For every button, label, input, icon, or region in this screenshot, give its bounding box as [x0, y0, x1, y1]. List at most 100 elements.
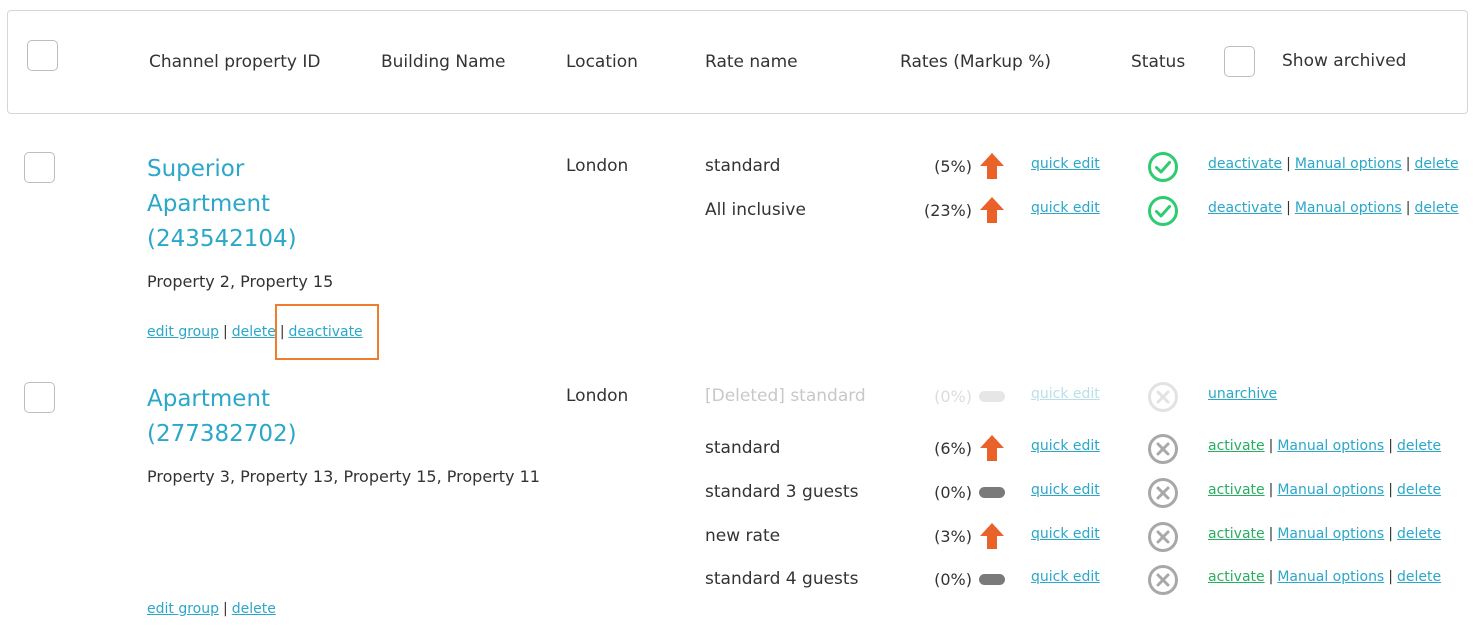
group-title-id: (277382702): [147, 421, 297, 447]
up-arrow-icon: [980, 153, 1004, 179]
check-circle-icon: [1148, 196, 1178, 226]
delete-group-link[interactable]: delete: [232, 601, 276, 617]
activate-rate-link[interactable]: activate: [1208, 482, 1265, 498]
group-actions: edit group | delete: [147, 601, 276, 617]
location-cell: London: [566, 386, 629, 406]
activate-rate-link[interactable]: activate: [1208, 526, 1265, 542]
select-all-checkbox[interactable]: [27, 40, 58, 71]
activate-rate-link[interactable]: activate: [1208, 569, 1265, 585]
quick-edit-link[interactable]: quick edit: [1031, 526, 1100, 542]
header-rate-name[interactable]: Rate name: [705, 52, 798, 72]
edit-group-link[interactable]: edit group: [147, 601, 219, 617]
rate-actions: deactivate | Manual options | delete: [1208, 156, 1459, 172]
x-circle-icon: [1148, 565, 1178, 595]
group-properties: Property 2, Property 15: [147, 272, 334, 291]
rate-actions: deactivate | Manual options | delete: [1208, 200, 1459, 216]
header-rates-markup[interactable]: Rates (Markup %): [900, 52, 1051, 72]
rate-name: new rate: [705, 526, 781, 546]
neutral-indicator-icon: [979, 487, 1005, 498]
group-title-id: (243542104): [147, 226, 297, 252]
deactivate-rate-link[interactable]: deactivate: [1208, 200, 1282, 216]
rate-markup: (3%): [934, 527, 972, 546]
separator: |: [1405, 156, 1411, 172]
group-properties: Property 3, Property 13, Property 15, Pr…: [147, 467, 540, 486]
separator: |: [223, 324, 228, 340]
rate-markup: (0%): [934, 570, 972, 589]
rate-markup: (0%): [934, 483, 972, 502]
quick-edit-link[interactable]: quick edit: [1031, 386, 1100, 402]
rate-name: All inclusive: [705, 200, 806, 220]
quick-edit-link[interactable]: quick edit: [1031, 438, 1100, 454]
rate-name: standard 3 guests: [705, 482, 859, 502]
check-circle-icon: [1148, 152, 1178, 182]
delete-rate-link[interactable]: delete: [1397, 482, 1441, 498]
x-circle-icon: [1148, 522, 1178, 552]
manual-options-link[interactable]: Manual options: [1295, 156, 1402, 172]
x-circle-icon: [1148, 478, 1178, 508]
activate-rate-link[interactable]: activate: [1208, 438, 1265, 454]
header-building-name[interactable]: Building Name: [381, 52, 506, 72]
x-circle-icon: [1148, 434, 1178, 464]
rate-actions: activate | Manual options | delete: [1208, 569, 1441, 585]
group-title: Apartment: [147, 386, 271, 412]
rate-name: standard: [705, 438, 781, 458]
highlight-box: [275, 304, 379, 360]
quick-edit-link[interactable]: quick edit: [1031, 200, 1100, 216]
group-title: Apartment: [147, 191, 271, 217]
delete-rate-link[interactable]: delete: [1397, 569, 1441, 585]
separator: |: [1268, 526, 1274, 542]
up-arrow-icon: [980, 435, 1004, 461]
quick-edit-link[interactable]: quick edit: [1031, 569, 1100, 585]
delete-rate-link[interactable]: delete: [1397, 526, 1441, 542]
up-arrow-icon: [980, 523, 1004, 549]
manual-options-link[interactable]: Manual options: [1277, 482, 1384, 498]
up-arrow-icon: [980, 197, 1004, 223]
rate-name: standard 4 guests: [705, 569, 859, 589]
show-archived-checkbox[interactable]: [1224, 46, 1255, 77]
manual-options-link[interactable]: Manual options: [1277, 438, 1384, 454]
rate-markup: (6%): [934, 439, 972, 458]
delete-rate-link[interactable]: delete: [1414, 200, 1458, 216]
delete-rate-link[interactable]: delete: [1397, 438, 1441, 454]
delete-group-link[interactable]: delete: [232, 324, 276, 340]
separator: |: [1388, 438, 1393, 454]
rate-name: standard: [705, 156, 781, 176]
separator: |: [223, 601, 228, 617]
quick-edit-link[interactable]: quick edit: [1031, 156, 1100, 172]
rate-name: [Deleted] standard: [705, 386, 866, 406]
manual-options-link[interactable]: Manual options: [1295, 200, 1402, 216]
separator: |: [1268, 569, 1274, 585]
edit-group-link[interactable]: edit group: [147, 324, 219, 340]
separator: |: [1388, 526, 1393, 542]
rate-actions: activate | Manual options | delete: [1208, 482, 1441, 498]
header-channel-property-id[interactable]: Channel property ID: [149, 52, 320, 72]
header-location[interactable]: Location: [566, 52, 638, 72]
header-status[interactable]: Status: [1131, 52, 1185, 72]
separator: |: [1268, 438, 1274, 454]
separator: |: [1286, 156, 1291, 172]
separator: |: [1388, 569, 1393, 585]
location-cell: London: [566, 156, 629, 176]
group-checkbox[interactable]: [24, 152, 55, 183]
deactivate-rate-link[interactable]: deactivate: [1208, 156, 1282, 172]
quick-edit-link[interactable]: quick edit: [1031, 482, 1100, 498]
x-circle-icon: [1148, 382, 1178, 412]
rate-markup: (5%): [934, 157, 972, 176]
group-title: Superior: [147, 156, 245, 182]
separator: |: [1388, 482, 1393, 498]
rate-actions: activate | Manual options | delete: [1208, 438, 1441, 454]
manual-options-link[interactable]: Manual options: [1277, 569, 1384, 585]
separator: |: [1268, 482, 1274, 498]
neutral-indicator-icon: [979, 574, 1005, 585]
unarchive-link[interactable]: unarchive: [1208, 386, 1277, 402]
separator: |: [1405, 200, 1411, 216]
neutral-indicator-icon: [979, 391, 1005, 402]
delete-rate-link[interactable]: delete: [1414, 156, 1458, 172]
group-checkbox[interactable]: [24, 382, 55, 413]
show-archived-label: Show archived: [1282, 51, 1407, 71]
separator: |: [1286, 200, 1291, 216]
manual-options-link[interactable]: Manual options: [1277, 526, 1384, 542]
rate-markup: (23%): [923, 201, 972, 220]
rate-actions: activate | Manual options | delete: [1208, 526, 1441, 542]
rate-markup: (0%): [934, 387, 972, 406]
